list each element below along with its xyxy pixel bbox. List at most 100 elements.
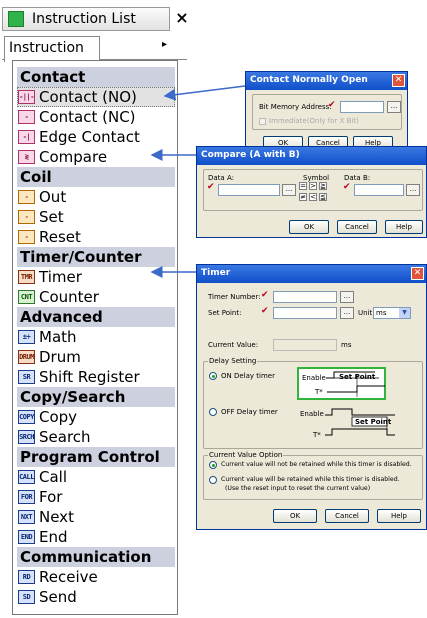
compare-symbol-button[interactable]: ≧ <box>319 182 327 190</box>
list-item[interactable]: CALL Call <box>17 467 175 487</box>
list-item[interactable]: CNT Counter <box>17 287 175 307</box>
data-b-browse-button[interactable]: ... <box>406 184 420 196</box>
list-item[interactable]: SD Send <box>17 587 175 607</box>
dialog-contact-close-icon[interactable]: ✕ <box>392 74 405 87</box>
list-item-label: End <box>39 528 68 546</box>
dialog-timer-help-button[interactable]: Help <box>377 509 421 523</box>
list-item-label: Copy <box>39 408 78 426</box>
list-item[interactable]: ±÷ Math <box>17 327 175 347</box>
dialog-compare-cancel-button[interactable]: Cancel <box>337 220 377 234</box>
list-item[interactable]: -(RST) Reset <box>17 227 175 247</box>
data-b-check-icon: ✔ <box>343 182 351 192</box>
list-item[interactable]: -||- Contact (NO) <box>17 87 175 107</box>
contact-nc-icon: -|/|- <box>18 110 35 124</box>
data-b-input[interactable] <box>354 184 404 196</box>
category-header: Contact <box>17 67 175 87</box>
off-delay-set-point-label: Set Point <box>355 418 392 426</box>
bit-memory-address-input[interactable] <box>340 101 384 113</box>
instruction-list: Contact -||- Contact (NO) -|/|- Contact (NC)… <box>12 60 178 615</box>
data-a-label: Data A: <box>208 174 234 182</box>
option-retained-label: Current value will be retained while thi… <box>221 476 400 483</box>
end-icon: END <box>18 530 35 544</box>
current-value-label: Current Value: <box>208 341 259 349</box>
list-item[interactable]: SR Shift Register <box>17 367 175 387</box>
unit-select[interactable]: ms ▼ <box>373 307 411 319</box>
category-header: Program Control <box>17 447 175 467</box>
on-delay-waveform <box>326 371 385 397</box>
dialog-compare-help-button[interactable]: Help <box>385 220 423 234</box>
panel-app-icon <box>8 11 24 27</box>
current-value-unit: ms <box>341 341 352 349</box>
list-item-label: Send <box>39 588 77 606</box>
timer-number-browse-button[interactable]: ... <box>340 291 354 303</box>
set-point-input[interactable] <box>273 307 337 319</box>
for-icon: FOR <box>18 490 35 504</box>
dialog-timer-cancel-button[interactable]: Cancel <box>325 509 369 523</box>
list-item[interactable]: -|/|- Contact (NC) <box>17 107 175 127</box>
list-item[interactable]: END End <box>17 527 175 547</box>
immediate-checkbox[interactable] <box>259 118 266 125</box>
dialog-compare-ok-button[interactable]: OK <box>289 220 329 234</box>
list-item-label: Set <box>39 208 64 226</box>
compare-symbol-button[interactable]: ≠ <box>299 193 307 201</box>
compare-symbol-button[interactable]: > <box>309 182 317 190</box>
list-item-label: Contact (NO) <box>39 88 137 106</box>
data-a-input[interactable] <box>218 184 280 196</box>
list-item[interactable]: RD Receive <box>17 567 175 587</box>
unit-dropdown-icon[interactable]: ▼ <box>399 308 410 318</box>
bit-memory-browse-button[interactable]: ... <box>387 101 401 113</box>
panel-close-icon[interactable]: × <box>174 8 190 27</box>
category-header: Copy/Search <box>17 387 175 407</box>
receive-icon: RD <box>18 570 35 584</box>
list-item[interactable]: -|↑|- Edge Contact <box>17 127 175 147</box>
on-delay-radio[interactable] <box>209 372 217 380</box>
unit-select-value: ms <box>376 309 387 317</box>
current-value-option-label: Current Value Option <box>208 451 284 459</box>
coil-reset-icon: -(RST) <box>18 230 35 244</box>
tab-instruction[interactable]: Instruction <box>4 36 100 62</box>
off-delay-diagram: Enable T* Set Point <box>297 407 397 443</box>
list-item[interactable]: NXT Next <box>17 507 175 527</box>
list-item[interactable]: FOR For <box>17 487 175 507</box>
list-item-label: Counter <box>39 288 99 306</box>
counter-icon: CNT <box>18 290 35 304</box>
search-icon: SRCH <box>18 430 35 444</box>
list-item-label: Out <box>39 188 67 206</box>
data-a-browse-button[interactable]: ... <box>282 184 296 196</box>
math-icon: ±÷ <box>18 330 35 344</box>
dialog-timer: Timer ✕ Timer Number: ✔ ... Set Point: ✔… <box>196 264 427 530</box>
timer-number-input[interactable] <box>273 291 337 303</box>
list-item-label: Edge Contact <box>39 128 140 146</box>
bit-memory-address-label: Bit Memory Address: <box>259 103 332 111</box>
option-retained-radio[interactable] <box>209 476 217 484</box>
set-point-browse-button[interactable]: ... <box>340 307 354 319</box>
list-item-label: Shift Register <box>39 368 140 386</box>
list-item[interactable]: SRCH Search <box>17 427 175 447</box>
list-item[interactable]: ≷ Compare <box>17 147 175 167</box>
list-item[interactable]: COPY Copy <box>17 407 175 427</box>
list-item[interactable]: TMR Timer <box>17 267 175 287</box>
list-item[interactable]: -(SET) Set <box>17 207 175 227</box>
coil-set-icon: -(SET) <box>18 210 35 224</box>
timer-icon: TMR <box>18 270 35 284</box>
tab-scroll-arrow-icon[interactable]: ▸ <box>162 39 167 50</box>
dialog-timer-ok-button[interactable]: OK <box>273 509 317 523</box>
dialog-timer-close-icon[interactable]: ✕ <box>411 267 424 280</box>
timer-number-label: Timer Number: <box>208 293 261 301</box>
off-delay-radio[interactable] <box>209 408 217 416</box>
data-b-label: Data B: <box>344 174 371 182</box>
set-point-label: Set Point: <box>208 309 242 317</box>
compare-symbol-button[interactable]: = <box>299 182 307 190</box>
compare-icon: ≷ <box>18 150 35 164</box>
option-not-retained-radio[interactable] <box>209 461 217 469</box>
compare-symbol-button[interactable]: < <box>309 193 317 201</box>
list-item[interactable]: DRUM Drum <box>17 347 175 367</box>
list-item[interactable]: -(OUT) Out <box>17 187 175 207</box>
timer-number-check-icon: ✔ <box>261 290 269 300</box>
compare-symbol-button[interactable]: ≦ <box>319 193 327 201</box>
contact-no-icon: -||- <box>18 90 35 104</box>
data-a-check-icon: ✔ <box>207 182 215 192</box>
dialog-contact-title-bar: Contact Normally Open ✕ <box>246 72 407 90</box>
dialog-contact-title: Contact Normally Open <box>250 75 368 85</box>
list-item-label: Timer <box>39 268 82 286</box>
